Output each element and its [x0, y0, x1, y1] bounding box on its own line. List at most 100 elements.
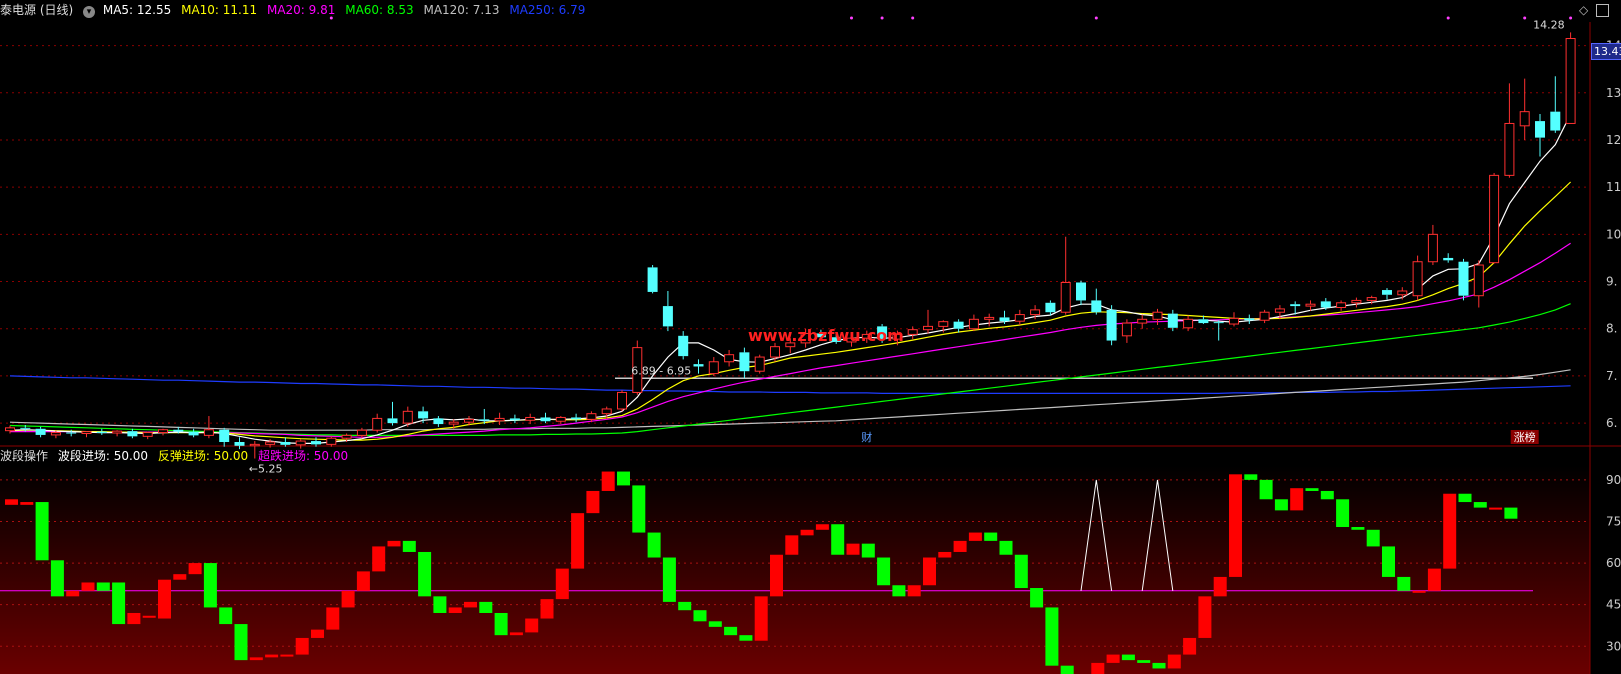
indicator-bar: [50, 560, 64, 597]
indicator-bar: [509, 632, 523, 636]
indicator-bar: [464, 601, 477, 608]
candle-down: [1443, 257, 1454, 261]
indicator-bar: [1473, 502, 1487, 508]
indicator-bar: [708, 621, 722, 627]
indicator-bar: [1351, 527, 1365, 530]
candle-down: [1458, 261, 1469, 296]
indicator-bar: [1229, 474, 1242, 577]
candle-down: [1045, 302, 1056, 313]
indicator-bar: [678, 601, 692, 611]
candle-down: [387, 418, 398, 424]
candle-down: [1382, 290, 1392, 295]
candle-up: [1397, 290, 1408, 296]
signal-dot: [329, 16, 333, 20]
indicator-bar: [280, 654, 294, 657]
indicator-bar: [1121, 654, 1135, 661]
candle-down: [20, 427, 31, 429]
signal-dot: [1523, 16, 1527, 20]
price-tick-label: 7.: [1606, 369, 1617, 383]
candle-down: [509, 418, 520, 421]
price-tick-label: 13.: [1606, 86, 1621, 100]
indicator-bar: [203, 563, 217, 608]
indicator-bar: [525, 618, 539, 633]
candle-up: [356, 429, 367, 436]
indicator-bar: [907, 585, 921, 597]
signal-dot: [1569, 16, 1573, 20]
candle-up: [142, 432, 153, 437]
candle-down: [479, 419, 490, 421]
indicator-tick-label: 45.: [1606, 598, 1621, 612]
candle-up: [1351, 299, 1362, 304]
candle-down: [647, 267, 658, 292]
indicator-bar: [1014, 554, 1028, 589]
candle-up: [1259, 311, 1270, 321]
candle-up: [770, 346, 780, 358]
candle-down: [1213, 322, 1224, 324]
indicator-bar: [1458, 493, 1472, 503]
candle-up: [525, 416, 536, 421]
candle-up: [464, 418, 474, 423]
indicator-bar: [356, 571, 370, 591]
candle-up: [341, 434, 352, 439]
indicator-bar: [555, 568, 569, 600]
indicator-bar: [571, 513, 585, 569]
indicator-bar: [96, 582, 110, 591]
indicator-bar: [877, 557, 891, 586]
indicator-bar: [861, 543, 875, 558]
candle-up: [158, 429, 168, 434]
watermark: www.zbzfwu.com: [748, 326, 904, 345]
indicator-tick-label: 75.: [1606, 514, 1621, 528]
candle-up: [754, 356, 765, 372]
indicator-bar: [158, 579, 171, 619]
candle-down: [96, 431, 107, 434]
indicator-bar: [1213, 576, 1227, 597]
candle-up: [1183, 318, 1194, 329]
indicator-bar: [1106, 654, 1120, 663]
candle-up: [923, 325, 933, 331]
candle-up: [1519, 111, 1530, 127]
indicator-bar: [1443, 493, 1457, 569]
indicator-bar: [923, 557, 936, 586]
indicator-bar: [601, 471, 615, 491]
indicator-bar: [418, 551, 432, 597]
indicator-bar: [1489, 507, 1503, 510]
indicator-bar: [5, 499, 18, 505]
price-tick-label: 10.: [1606, 227, 1621, 241]
indicator-tick-label: 30.: [1606, 639, 1621, 653]
candle-up: [555, 416, 566, 422]
indicator-bar: [1290, 488, 1304, 511]
indicator-bar: [617, 471, 630, 486]
current-price-tag: 13.43: [1591, 43, 1621, 60]
candle-up: [984, 316, 995, 320]
candle-down: [188, 431, 199, 436]
candle-down: [1320, 301, 1331, 308]
candle-up: [708, 361, 719, 375]
candle-up: [448, 421, 459, 425]
candle-up: [724, 354, 735, 363]
candle-up: [295, 440, 306, 446]
indicator-bar: [968, 532, 982, 541]
indicator-bar: [311, 629, 324, 638]
candle-up: [1427, 233, 1438, 263]
candle-down: [678, 335, 689, 357]
indicator-bar: [1198, 596, 1212, 638]
indicator-bar: [693, 610, 707, 622]
indicator-bar: [1060, 665, 1074, 674]
candle-down: [953, 321, 964, 329]
indicator-bar: [448, 607, 462, 613]
indicator-bar: [846, 543, 860, 555]
candle-down: [311, 441, 321, 445]
indicator-bar: [785, 535, 799, 555]
candle-down: [999, 317, 1010, 322]
candle-down: [1167, 313, 1178, 328]
price-tick-label: 6.: [1606, 416, 1617, 430]
price-tick-label: 9.: [1606, 275, 1617, 289]
candle-down: [418, 411, 429, 419]
price-annotation: ←5.25: [249, 463, 283, 476]
indicator-bar: [938, 551, 952, 558]
candle-up: [1152, 311, 1163, 320]
candle-down: [1535, 121, 1545, 138]
candle-up: [586, 413, 597, 420]
candle-up: [249, 443, 260, 447]
indicator-bar: [1366, 529, 1380, 547]
